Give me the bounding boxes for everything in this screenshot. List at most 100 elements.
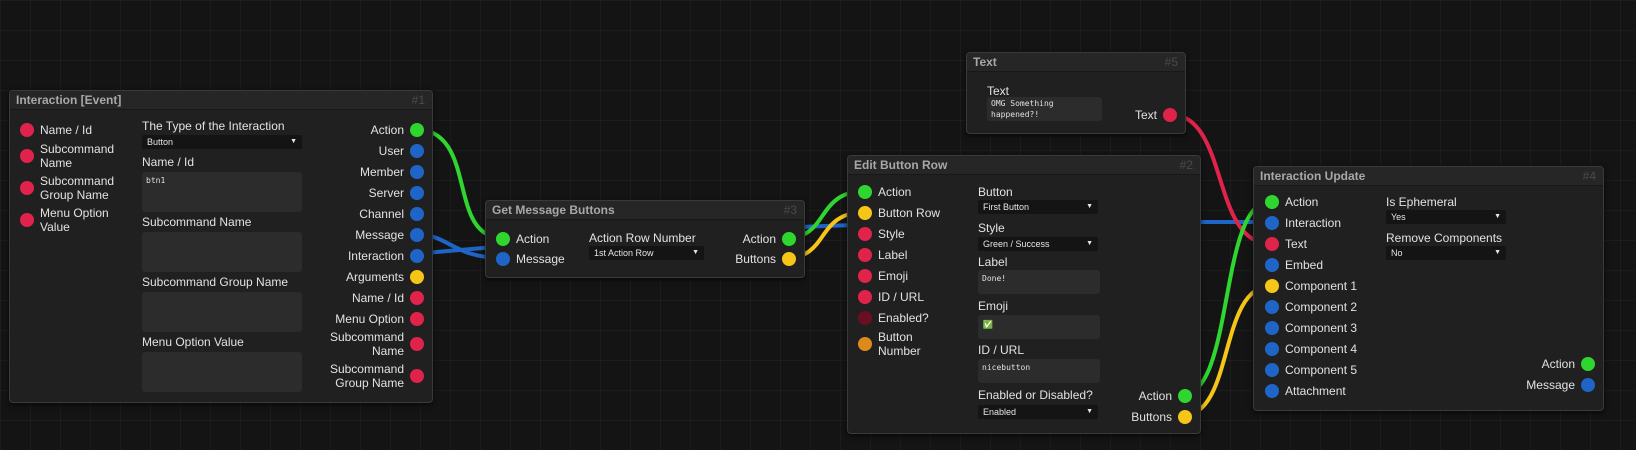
- input-subcommand-name[interactable]: Subcommand Name: [20, 141, 114, 171]
- emoji-input[interactable]: ✅: [978, 315, 1100, 339]
- output-server[interactable]: Server: [369, 184, 424, 202]
- port-dot[interactable]: [410, 249, 424, 263]
- node-header[interactable]: Get Message Buttons #3: [486, 201, 804, 220]
- port-dot[interactable]: [858, 311, 872, 325]
- port-dot[interactable]: [20, 213, 34, 227]
- port-dot[interactable]: [858, 248, 872, 262]
- node-interaction-event[interactable]: Interaction [Event] #1 Name / Id Subcomm…: [9, 90, 433, 403]
- input-emoji[interactable]: Emoji: [858, 267, 908, 285]
- port-dot[interactable]: [1265, 363, 1279, 377]
- output-channel[interactable]: Channel: [359, 205, 424, 223]
- menu-option-value-input[interactable]: [142, 352, 302, 392]
- name-id-input[interactable]: btn1: [142, 172, 302, 212]
- port-dot[interactable]: [20, 181, 34, 195]
- port-dot[interactable]: [410, 144, 424, 158]
- port-dot[interactable]: [1178, 410, 1192, 424]
- port-dot[interactable]: [496, 252, 510, 266]
- port-dot[interactable]: [410, 291, 424, 305]
- input-style[interactable]: Style: [858, 225, 905, 243]
- port-dot[interactable]: [410, 312, 424, 326]
- input-menu-option-value[interactable]: Menu Option Value: [20, 205, 115, 235]
- input-id-url[interactable]: ID / URL: [858, 288, 924, 306]
- port-dot[interactable]: [858, 269, 872, 283]
- output-buttons[interactable]: Buttons: [1131, 408, 1192, 426]
- node-header[interactable]: Edit Button Row #2: [848, 156, 1200, 175]
- port-dot[interactable]: [410, 337, 424, 351]
- input-interaction[interactable]: Interaction: [1265, 214, 1341, 232]
- port-dot[interactable]: [1265, 195, 1279, 209]
- action-row-number-select[interactable]: 1st Action Row ▼: [589, 246, 704, 260]
- input-message[interactable]: Message: [496, 250, 565, 268]
- output-message[interactable]: Message: [1526, 376, 1595, 394]
- node-edit-button-row[interactable]: Edit Button Row #2 Action Button Row Sty…: [847, 155, 1201, 434]
- input-component-4[interactable]: Component 4: [1265, 340, 1357, 358]
- port-dot[interactable]: [410, 123, 424, 137]
- port-dot[interactable]: [1265, 237, 1279, 251]
- output-action[interactable]: Action: [1139, 387, 1192, 405]
- node-interaction-update[interactable]: Interaction Update #4 Action Interaction…: [1253, 166, 1604, 411]
- port-dot[interactable]: [1265, 258, 1279, 272]
- node-text[interactable]: Text #5 Text OMG Something happened?! Te…: [966, 52, 1186, 134]
- output-user[interactable]: User: [379, 142, 424, 160]
- output-subcommand-name[interactable]: Subcommand Name: [324, 329, 424, 359]
- input-component-2[interactable]: Component 2: [1265, 298, 1357, 316]
- port-dot[interactable]: [20, 123, 34, 137]
- node-get-message-buttons[interactable]: Get Message Buttons #3 Action Message Ac…: [485, 200, 805, 278]
- input-button-number[interactable]: Button Number: [858, 329, 938, 359]
- port-dot[interactable]: [1163, 108, 1177, 122]
- output-name-id[interactable]: Name / Id: [352, 289, 424, 307]
- input-attachment[interactable]: Attachment: [1265, 382, 1346, 400]
- input-subcommand-group-name[interactable]: Subcommand Group Name: [20, 173, 115, 203]
- input-component-1[interactable]: Component 1: [1265, 277, 1357, 295]
- port-dot[interactable]: [858, 337, 872, 351]
- port-dot[interactable]: [1265, 300, 1279, 314]
- subcommand-name-input[interactable]: [142, 232, 302, 272]
- output-member[interactable]: Member: [360, 163, 424, 181]
- port-dot[interactable]: [1265, 279, 1279, 293]
- port-dot[interactable]: [858, 185, 872, 199]
- output-action[interactable]: Action: [1542, 355, 1595, 373]
- button-select[interactable]: First Button ▼: [978, 200, 1098, 214]
- output-menu-option[interactable]: Menu Option: [335, 310, 424, 328]
- port-dot[interactable]: [1581, 357, 1595, 371]
- output-subcommand-group-name[interactable]: Subcommand Group Name: [324, 361, 424, 391]
- node-header[interactable]: Interaction [Event] #1: [10, 91, 432, 110]
- interaction-type-select[interactable]: Button ▼: [142, 135, 302, 149]
- port-dot[interactable]: [20, 149, 34, 163]
- output-interaction[interactable]: Interaction: [348, 247, 424, 265]
- port-dot[interactable]: [782, 232, 796, 246]
- port-dot[interactable]: [1178, 389, 1192, 403]
- label-input[interactable]: Done!: [978, 270, 1100, 294]
- input-text[interactable]: Text: [1265, 235, 1307, 253]
- port-dot[interactable]: [1265, 342, 1279, 356]
- port-dot[interactable]: [858, 227, 872, 241]
- port-dot[interactable]: [410, 165, 424, 179]
- output-action[interactable]: Action: [743, 230, 796, 248]
- text-input[interactable]: OMG Something happened?!: [987, 97, 1102, 121]
- output-text[interactable]: Text: [1135, 106, 1177, 124]
- port-dot[interactable]: [410, 228, 424, 242]
- node-header[interactable]: Interaction Update #4: [1254, 167, 1603, 186]
- port-dot[interactable]: [496, 232, 510, 246]
- input-name-id[interactable]: Name / Id: [20, 121, 92, 139]
- input-action[interactable]: Action: [496, 230, 549, 248]
- input-action[interactable]: Action: [1265, 193, 1318, 211]
- port-dot[interactable]: [782, 252, 796, 266]
- port-dot[interactable]: [410, 186, 424, 200]
- port-dot[interactable]: [410, 270, 424, 284]
- output-buttons[interactable]: Buttons: [735, 250, 796, 268]
- output-message[interactable]: Message: [355, 226, 424, 244]
- input-label[interactable]: Label: [858, 246, 907, 264]
- port-dot[interactable]: [1581, 378, 1595, 392]
- port-dot[interactable]: [410, 369, 424, 383]
- port-dot[interactable]: [410, 207, 424, 221]
- input-enabled[interactable]: Enabled?: [858, 309, 929, 327]
- port-dot[interactable]: [1265, 321, 1279, 335]
- enabled-select[interactable]: Enabled ▼: [978, 405, 1098, 419]
- remove-components-select[interactable]: No ▼: [1386, 246, 1506, 260]
- port-dot[interactable]: [858, 290, 872, 304]
- input-component-5[interactable]: Component 5: [1265, 361, 1357, 379]
- input-embed[interactable]: Embed: [1265, 256, 1323, 274]
- id-url-input[interactable]: nicebutton: [978, 359, 1100, 383]
- is-ephemeral-select[interactable]: Yes ▼: [1386, 210, 1506, 224]
